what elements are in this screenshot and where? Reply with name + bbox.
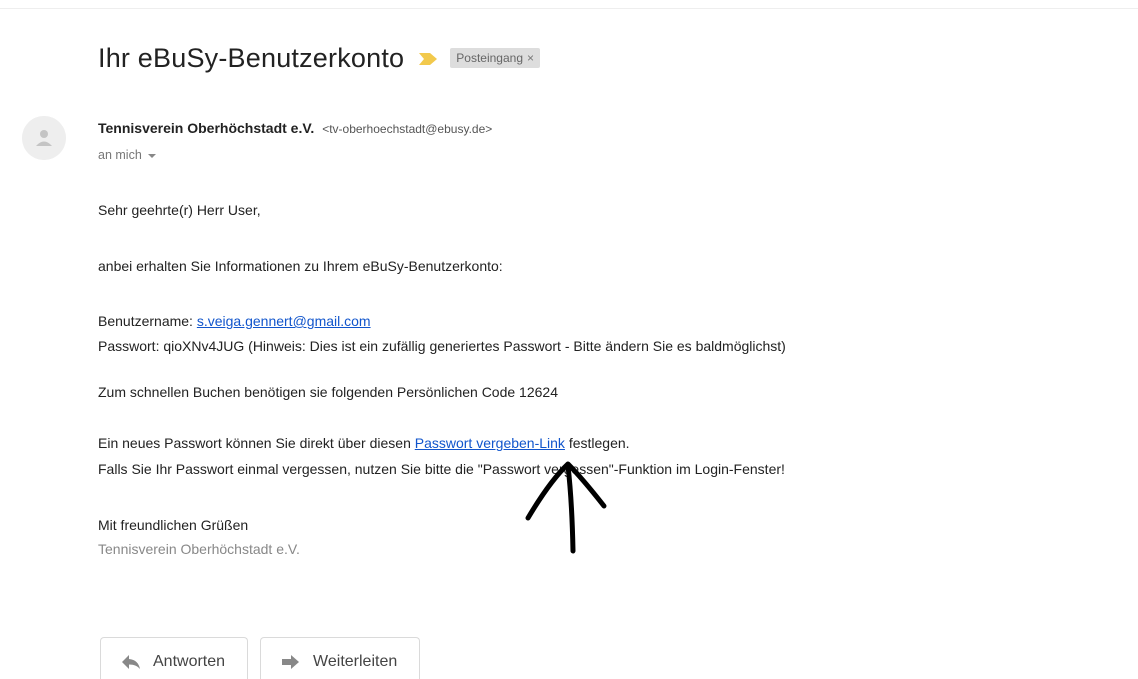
- forward-button[interactable]: Weiterleiten: [260, 637, 421, 679]
- code-line: Zum schnellen Buchen benötigen sie folge…: [98, 384, 558, 400]
- label-chip-inbox[interactable]: Posteingang ×: [450, 48, 541, 68]
- email-view: Ihr eBuSy-Benutzerkonto Posteingang × Te…: [0, 0, 1138, 679]
- greeting: Sehr geehrte(r) Herr User,: [98, 202, 261, 218]
- reply-label: Antworten: [153, 652, 226, 670]
- default-avatar-icon: [22, 116, 66, 160]
- new-password-suffix: festlegen.: [564, 435, 630, 451]
- set-password-link[interactable]: Passwort vergeben-Link: [415, 435, 565, 451]
- recipient-text: an mich: [98, 148, 142, 162]
- subject-row: Ihr eBuSy-Benutzerkonto Posteingang ×: [98, 38, 541, 78]
- reply-arrow-icon: [121, 654, 141, 670]
- forward-arrow-icon: [281, 654, 301, 670]
- username-email-link[interactable]: s.veiga.gennert@gmail.com: [197, 313, 371, 329]
- username-line: Benutzername: s.veiga.gennert@gmail.com: [98, 313, 371, 329]
- remove-label-icon[interactable]: ×: [527, 51, 534, 65]
- forward-label: Weiterleiten: [313, 652, 398, 670]
- label-chip-text: Posteingang: [456, 51, 524, 65]
- top-divider: [0, 8, 1138, 9]
- email-subject: Ihr eBuSy-Benutzerkonto: [98, 42, 405, 73]
- importance-marker-icon[interactable]: [418, 52, 438, 66]
- new-password-prefix: Ein neues Passwort können Sie direkt übe…: [98, 435, 415, 451]
- new-password-line: Ein neues Passwort können Sie direkt übe…: [98, 435, 630, 451]
- intro-text: anbei erhalten Sie Informationen zu Ihre…: [98, 258, 503, 274]
- recipient-details-toggle[interactable]: an mich: [98, 148, 156, 162]
- forgot-password-line: Falls Sie Ihr Passwort einmal vergessen,…: [98, 461, 785, 477]
- sender-line: Tennisverein Oberhöchstadt e.V. <tv-ober…: [98, 120, 492, 136]
- closing-text: Mit freundlichen Grüßen: [98, 517, 249, 533]
- reply-button[interactable]: Antworten: [100, 637, 249, 679]
- reply-actions: Antworten Weiterleiten: [100, 637, 421, 679]
- chevron-down-icon: [147, 154, 156, 158]
- hand-drawn-arrow-icon: [520, 456, 620, 561]
- username-label: Benutzername:: [98, 313, 197, 329]
- sender-name[interactable]: Tennisverein Oberhöchstadt e.V.: [98, 120, 314, 136]
- password-line: Passwort: qioXNv4JUG (Hinweis: Dies ist …: [98, 338, 786, 354]
- signature: Tennisverein Oberhöchstadt e.V.: [98, 541, 300, 557]
- sender-email: <tv-oberhoechstadt@ebusy.de>: [322, 122, 493, 136]
